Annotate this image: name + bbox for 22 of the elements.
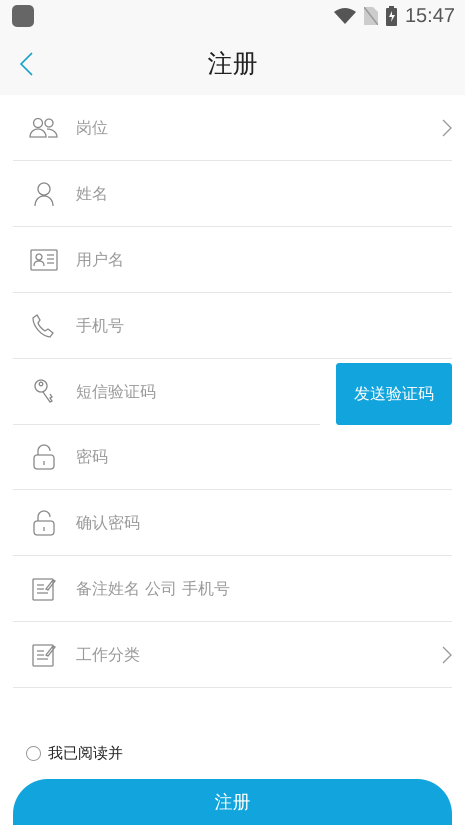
clock: 15:47 [404, 4, 455, 28]
page-title: 注册 [208, 48, 258, 80]
chevron-icon[interactable] [442, 646, 452, 664]
send-code-button[interactable]: 发送验证码 [336, 363, 452, 425]
input-field[interactable]: 备注姓名 公司 手机号 [76, 576, 452, 602]
select-field[interactable]: 岗位 [76, 114, 442, 140]
agreement-text: 我已阅读并 [48, 744, 123, 763]
input-field[interactable]: 用户名 [76, 246, 452, 272]
input-field[interactable]: 姓名 [76, 180, 452, 206]
app-icon [12, 5, 34, 27]
chevron-icon[interactable] [442, 118, 452, 136]
select-field[interactable]: 工作分类 [76, 642, 442, 668]
input-field[interactable]: 确认密码 [76, 510, 452, 536]
input-field[interactable]: 短信验证码 [76, 378, 320, 404]
input-field[interactable]: 手机号 [76, 312, 452, 338]
register-button[interactable]: 注册 [13, 779, 452, 825]
wifi-icon [334, 8, 356, 24]
input-field[interactable]: 密码 [76, 444, 452, 470]
battery-icon [386, 6, 397, 26]
id-card-icon [29, 246, 59, 272]
no-sim-icon [364, 7, 378, 25]
agreement-radio[interactable] [26, 746, 41, 761]
